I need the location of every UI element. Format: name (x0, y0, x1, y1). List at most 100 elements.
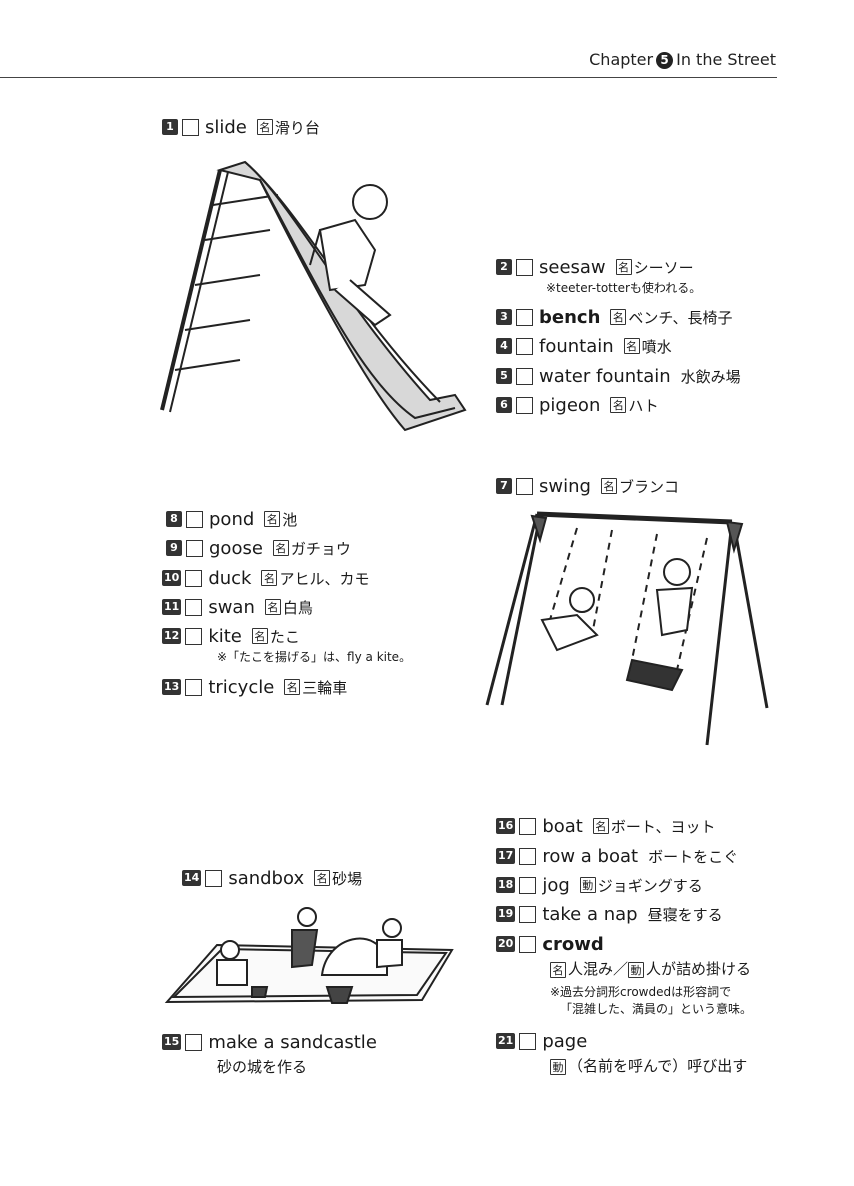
verb-pos-tag: 動 (550, 1059, 566, 1075)
entry-checkbox[interactable] (519, 847, 537, 865)
entry-number: 15 (162, 1034, 182, 1050)
entry-note: ※「たこを揚げる」は、fly a kite。 (217, 650, 412, 664)
noun-pos-tag: 名 (550, 962, 566, 978)
entry-number: 14 (182, 870, 202, 886)
entry-slide: 1 slide 名 滑り台 (162, 115, 320, 139)
noun-pos-tag: 名 (264, 511, 281, 527)
entry-checkbox[interactable] (186, 539, 203, 557)
entry-number: 20 (496, 936, 516, 952)
entry-checkbox[interactable] (516, 367, 533, 385)
entry-note-line2: 「混雑した、満員の」という意味。 (560, 1002, 753, 1016)
entry-meaning: 白鳥 (282, 598, 313, 617)
entry-checkbox[interactable] (185, 627, 203, 645)
entry-note: ※teeter-totterも使われる。 (546, 281, 702, 295)
entry-checkbox[interactable] (519, 935, 537, 953)
entry-meaning: 昼寝をする (647, 905, 723, 924)
slide-illustration (150, 150, 480, 440)
entry-word: tricycle (208, 676, 275, 698)
entry-page: 21 page 動（名前を呼んで）呼び出す (496, 1029, 747, 1077)
entry-duck: 10 duck 名 アヒル、カモ (162, 566, 369, 590)
noun-pos-tag: 名 (251, 628, 268, 644)
noun-pos-tag: 名 (264, 599, 281, 615)
entry-meaning: 滑り台 (274, 118, 320, 137)
entry-checkbox[interactable] (516, 396, 533, 414)
entry-meaning: ガチョウ (290, 539, 351, 558)
entry-checkbox[interactable] (185, 678, 203, 696)
noun-pos-tag: 名 (615, 259, 632, 275)
entry-crowd: 20 crowd 名人混み／動人が詰め掛ける ※過去分詞形crowdedは形容詞… (496, 932, 752, 1017)
entry-checkbox[interactable] (185, 1033, 203, 1051)
entry-row-a-boat: 17 row a boat ボートをこぐ (496, 844, 738, 868)
entry-number: 9 (166, 540, 182, 556)
entry-checkbox[interactable] (519, 1032, 537, 1050)
entry-word: pond (209, 508, 255, 530)
entry-number: 5 (496, 368, 512, 384)
entry-word: boat (542, 815, 583, 837)
entry-word: kite (208, 625, 242, 647)
entry-checkbox[interactable] (516, 477, 533, 495)
chapter-title: In the Street (676, 50, 776, 69)
entry-meaning-noun: 人混み／ (568, 960, 629, 978)
entry-number: 18 (496, 877, 516, 893)
noun-pos-tag: 名 (623, 338, 640, 354)
noun-pos-tag: 名 (256, 119, 273, 135)
noun-pos-tag: 名 (600, 478, 617, 494)
entry-word: seesaw (539, 256, 606, 278)
entry-word: row a boat (542, 845, 639, 867)
entry-number: 6 (496, 397, 512, 413)
noun-pos-tag: 名 (284, 679, 301, 695)
entry-meaning: 水飲み場 (680, 367, 741, 386)
entry-meaning-line: 動（名前を呼んで）呼び出す (550, 1055, 747, 1077)
chapter-label: Chapter (589, 50, 654, 69)
entry-seesaw: 2 seesaw 名 シーソー ※teeter-totterも使われる。 (496, 255, 701, 296)
verb-pos-tag: 動 (628, 962, 645, 978)
entry-number: 10 (162, 570, 182, 586)
entry-checkbox[interactable] (519, 817, 537, 835)
entry-word: make a sandcastle (208, 1031, 377, 1053)
entry-meaning: ベンチ、長椅子 (628, 308, 733, 327)
noun-pos-tag: 名 (314, 870, 331, 886)
entry-checkbox[interactable] (186, 510, 203, 528)
entry-meaning: 池 (282, 510, 298, 529)
entry-number: 8 (166, 511, 182, 527)
entry-checkbox[interactable] (519, 905, 537, 923)
entry-meaning: シーソー (633, 258, 694, 277)
entry-word: slide (205, 116, 247, 138)
entry-meaning: アヒル、カモ (279, 569, 370, 588)
entry-meaning: ジョギングする (597, 876, 703, 895)
entry-sandbox: 14 sandbox 名 砂場 (182, 866, 362, 890)
entry-meaning: 砂の城を作る (217, 1058, 308, 1076)
entry-checkbox[interactable] (519, 876, 537, 894)
entry-meaning: ボートをこぐ (648, 847, 739, 866)
entry-number: 2 (496, 259, 512, 275)
entry-checkbox[interactable] (516, 258, 533, 276)
swing-illustration (482, 510, 774, 750)
entry-take-a-nap: 19 take a nap 昼寝をする (496, 902, 723, 926)
entry-word: swan (208, 596, 255, 618)
entry-checkbox[interactable] (205, 869, 223, 887)
noun-pos-tag: 名 (610, 397, 627, 413)
entry-meaning: 噴水 (641, 337, 672, 356)
entry-tricycle: 13 tricycle 名 三輪車 (162, 675, 347, 699)
entry-water-fountain: 5 water fountain 水飲み場 (496, 364, 741, 388)
noun-pos-tag: 名 (610, 309, 627, 325)
entry-number: 16 (496, 818, 516, 834)
entry-checkbox[interactable] (185, 569, 203, 587)
entry-number: 11 (162, 599, 182, 615)
entry-checkbox[interactable] (182, 118, 199, 136)
entry-word: jog (542, 874, 570, 896)
entry-jog: 18 jog 動 ジョギングする (496, 873, 703, 897)
entry-checkbox[interactable] (516, 308, 533, 326)
entry-word: crowd (542, 933, 604, 955)
entry-pond: 8 pond 名 池 (166, 507, 297, 531)
entry-meaning-verb: 人が詰め掛ける (646, 960, 752, 978)
entry-meaning: 砂場 (332, 869, 363, 888)
chapter-header: Chapter 5 In the Street (589, 50, 776, 69)
chapter-number-badge: 5 (656, 52, 674, 69)
entry-number: 3 (496, 309, 512, 325)
entry-number: 17 (496, 848, 516, 864)
noun-pos-tag: 名 (272, 540, 289, 556)
entry-number: 1 (162, 119, 178, 135)
entry-checkbox[interactable] (185, 598, 203, 616)
entry-checkbox[interactable] (516, 337, 533, 355)
